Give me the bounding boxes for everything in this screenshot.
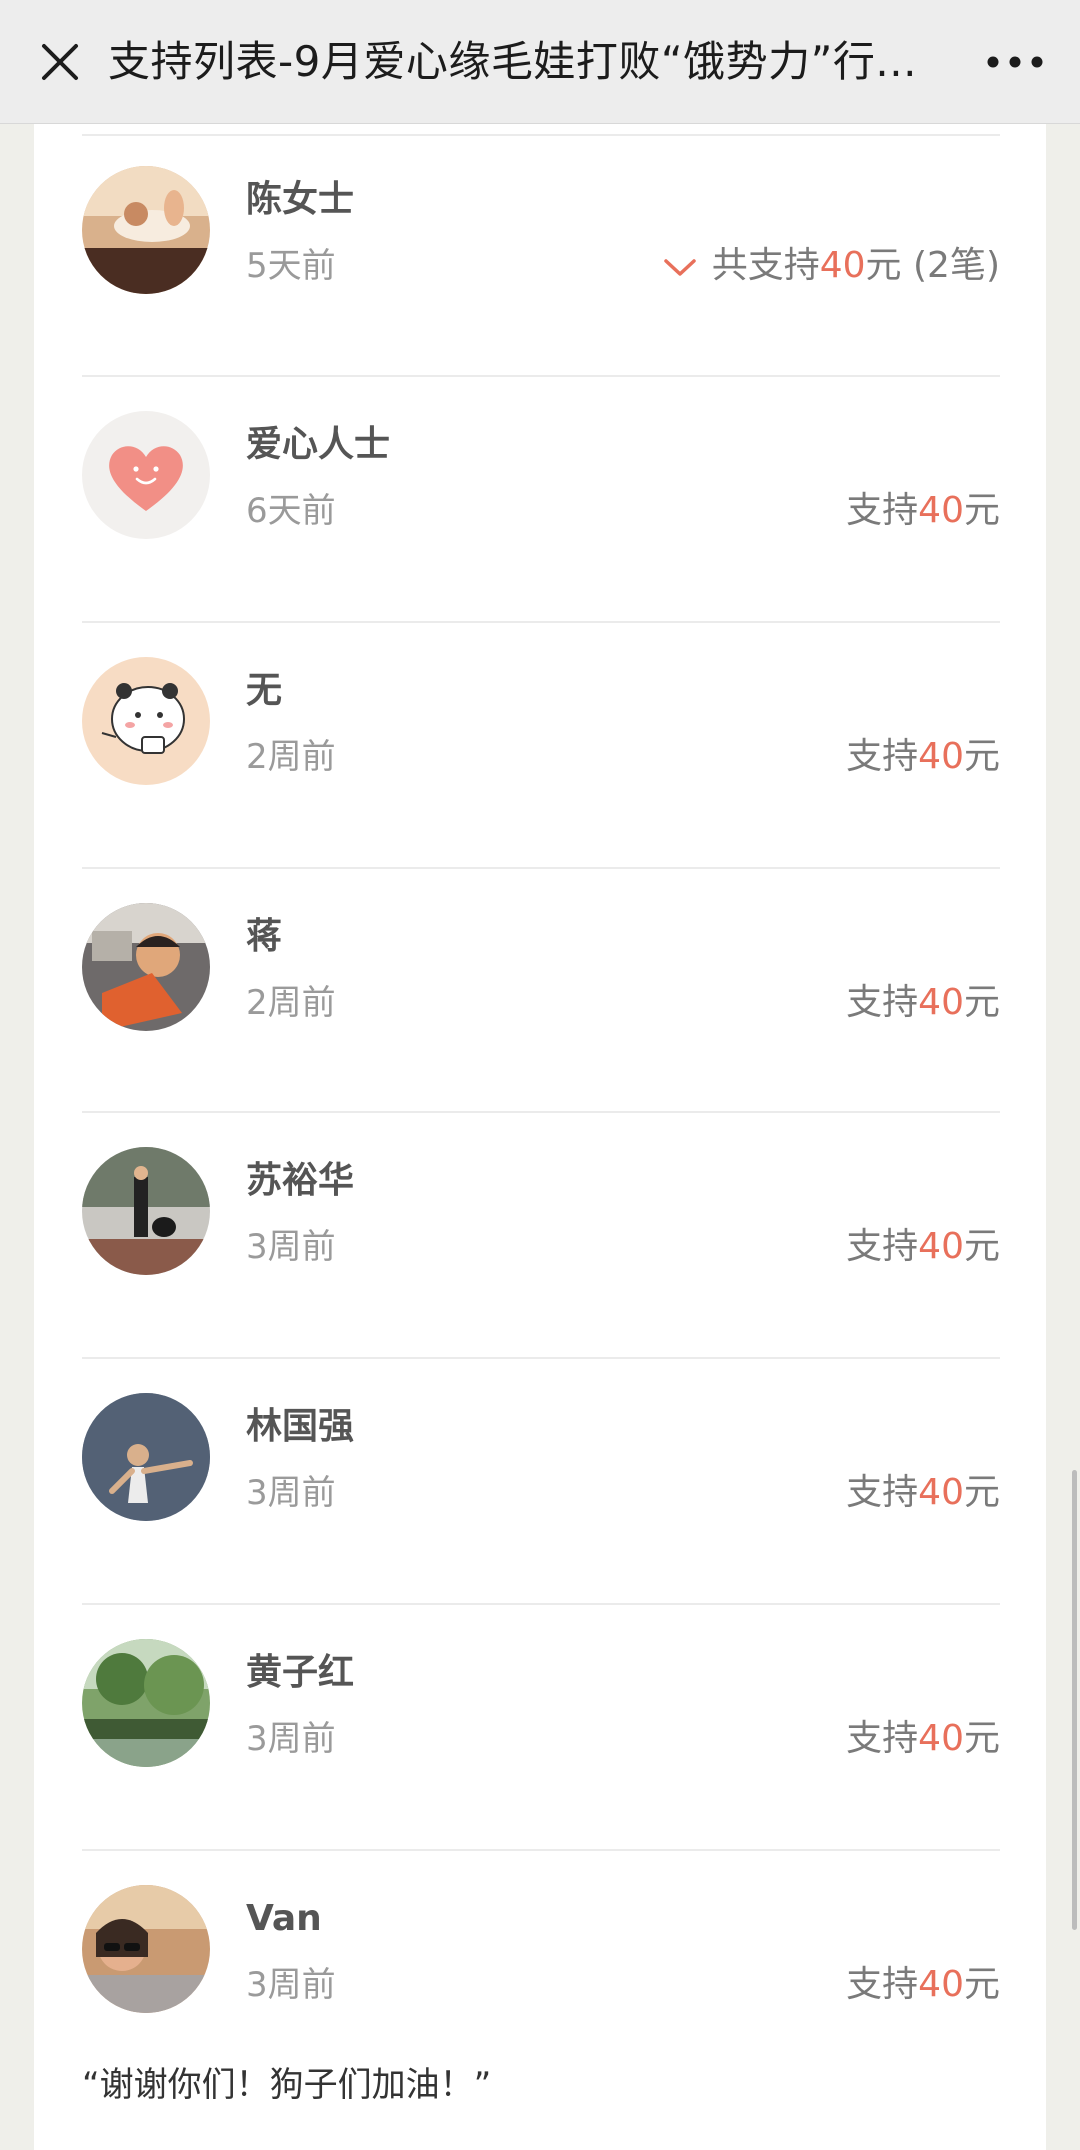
supporter-name: 黄子红: [246, 1652, 355, 1693]
amount-suffix: 元: [963, 490, 1000, 531]
avatar: [82, 1639, 210, 1767]
support-amount: 支持40元: [846, 733, 1000, 781]
amount-prefix: 支持: [846, 1226, 919, 1267]
supporter-name: 陈女士: [246, 179, 355, 220]
support-time: 3周前: [246, 1719, 336, 1759]
amount-suffix: 元: [963, 982, 1000, 1023]
support-time: 2周前: [246, 983, 336, 1023]
avatar: [82, 657, 210, 785]
avatar: [82, 1885, 210, 2013]
amount-value: 40: [918, 1718, 964, 1759]
support-message: “谢谢你们！狗子们加油！”: [82, 2065, 492, 2105]
amount-value: 40: [918, 982, 964, 1023]
amount-value: 40: [918, 1226, 964, 1267]
amount-value: 40: [918, 490, 964, 531]
supporter-row[interactable]: 苏裕华 3周前 支持40元: [0, 1113, 1080, 1359]
heart-avatar-icon: [82, 411, 210, 539]
supporter-row[interactable]: 陈女士 5天前 共支持40元 (2笔): [0, 136, 1080, 382]
support-time: 3周前: [246, 1227, 336, 1267]
amount-suffix: 元: [963, 1226, 1000, 1267]
supporter-name: 林国强: [246, 1406, 355, 1447]
amount-prefix: 支持: [846, 982, 919, 1023]
support-amount: 支持40元: [846, 1223, 1000, 1271]
amount-prefix: 支持: [846, 1964, 919, 2005]
avatar: [82, 1393, 210, 1521]
support-time: 3周前: [246, 1965, 336, 2005]
avatar: [82, 903, 210, 1031]
support-amount: 支持40元: [846, 979, 1000, 1027]
chevron-down-icon[interactable]: [662, 255, 698, 279]
support-amount: 支持40元: [846, 1961, 1000, 2009]
supporter-row[interactable]: 无 2周前 支持40元: [0, 623, 1080, 869]
page-title: 支持列表-9月爱心缘毛娃打败“饿势力”行...: [108, 37, 917, 86]
amount-value: 40: [918, 736, 964, 777]
supporter-name: 苏裕华: [246, 1160, 355, 1201]
amount-prefix: 支持: [846, 736, 919, 777]
supporter-name: 无: [246, 670, 283, 711]
amount-suffix: 元: [963, 1964, 1000, 2005]
top-bar: 支持列表-9月爱心缘毛娃打败“饿势力”行...: [0, 0, 1080, 124]
support-time: 6天前: [246, 491, 336, 531]
more-icon[interactable]: [980, 46, 1050, 78]
amount-value: 40: [819, 245, 866, 286]
supporter-name: 蒋: [246, 916, 283, 957]
scrollbar[interactable]: [1072, 1470, 1077, 1930]
avatar: [82, 1147, 210, 1275]
support-time: 3周前: [246, 1473, 336, 1513]
support-time: 5天前: [246, 246, 336, 286]
avatar: [82, 166, 210, 294]
close-icon[interactable]: [30, 32, 90, 92]
amount-value: 40: [918, 1472, 964, 1513]
supporter-row[interactable]: 黄子红 3周前 支持40元: [0, 1605, 1080, 1851]
amount-suffix: 元: [963, 1718, 1000, 1759]
amount-suffix: 元: [963, 736, 1000, 777]
supporter-row[interactable]: 蒋 2周前 支持40元: [0, 869, 1080, 1115]
amount-prefix: 共支持: [711, 245, 820, 286]
supporter-row[interactable]: 林国强 3周前 支持40元: [0, 1359, 1080, 1605]
supporter-name: 爱心人士: [246, 424, 391, 465]
amount-prefix: 支持: [846, 490, 919, 531]
support-amount: 支持40元: [846, 1469, 1000, 1517]
support-time: 2周前: [246, 737, 336, 777]
amount-value: 40: [918, 1964, 964, 2005]
amount-suffix: 元: [963, 1472, 1000, 1513]
amount-prefix: 支持: [846, 1718, 919, 1759]
amount-prefix: 支持: [846, 1472, 919, 1513]
support-amount: 支持40元: [846, 1715, 1000, 1763]
amount-suffix: 元 (2笔): [865, 245, 1000, 286]
supporter-name: Van: [246, 1898, 322, 1939]
support-amount: 支持40元: [846, 487, 1000, 535]
support-amount[interactable]: 共支持40元 (2笔): [662, 242, 1000, 290]
supporter-row[interactable]: 爱心人士 6天前 支持40元: [0, 377, 1080, 623]
